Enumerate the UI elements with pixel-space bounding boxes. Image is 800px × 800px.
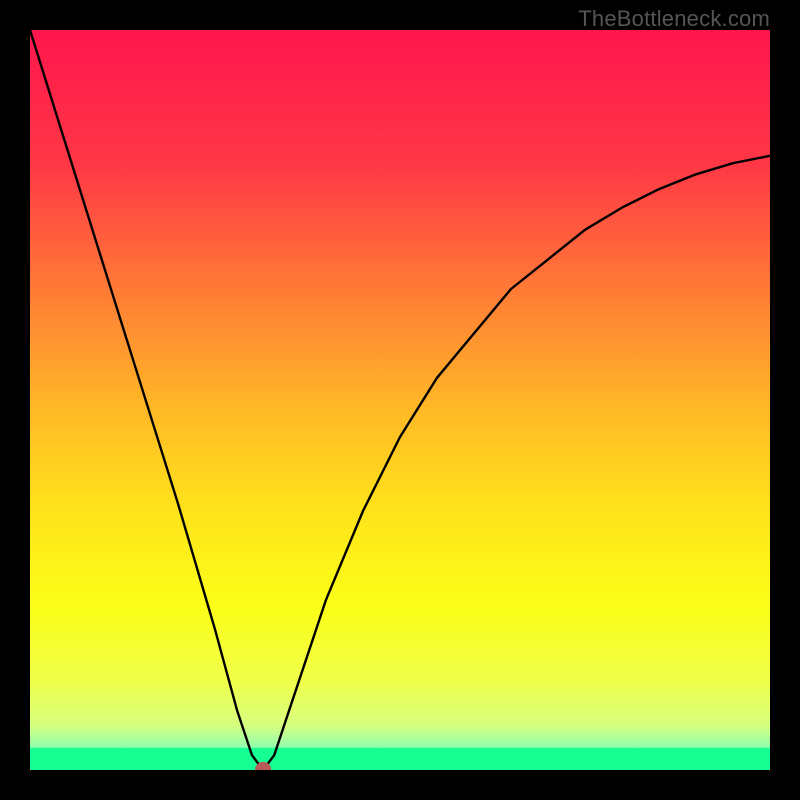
chart-frame: TheBottleneck.com [0,0,800,800]
watermark-text: TheBottleneck.com [578,6,770,32]
chart-svg [30,30,770,770]
gradient-background [30,30,770,770]
green-band [30,748,770,770]
plot-area [30,30,770,770]
